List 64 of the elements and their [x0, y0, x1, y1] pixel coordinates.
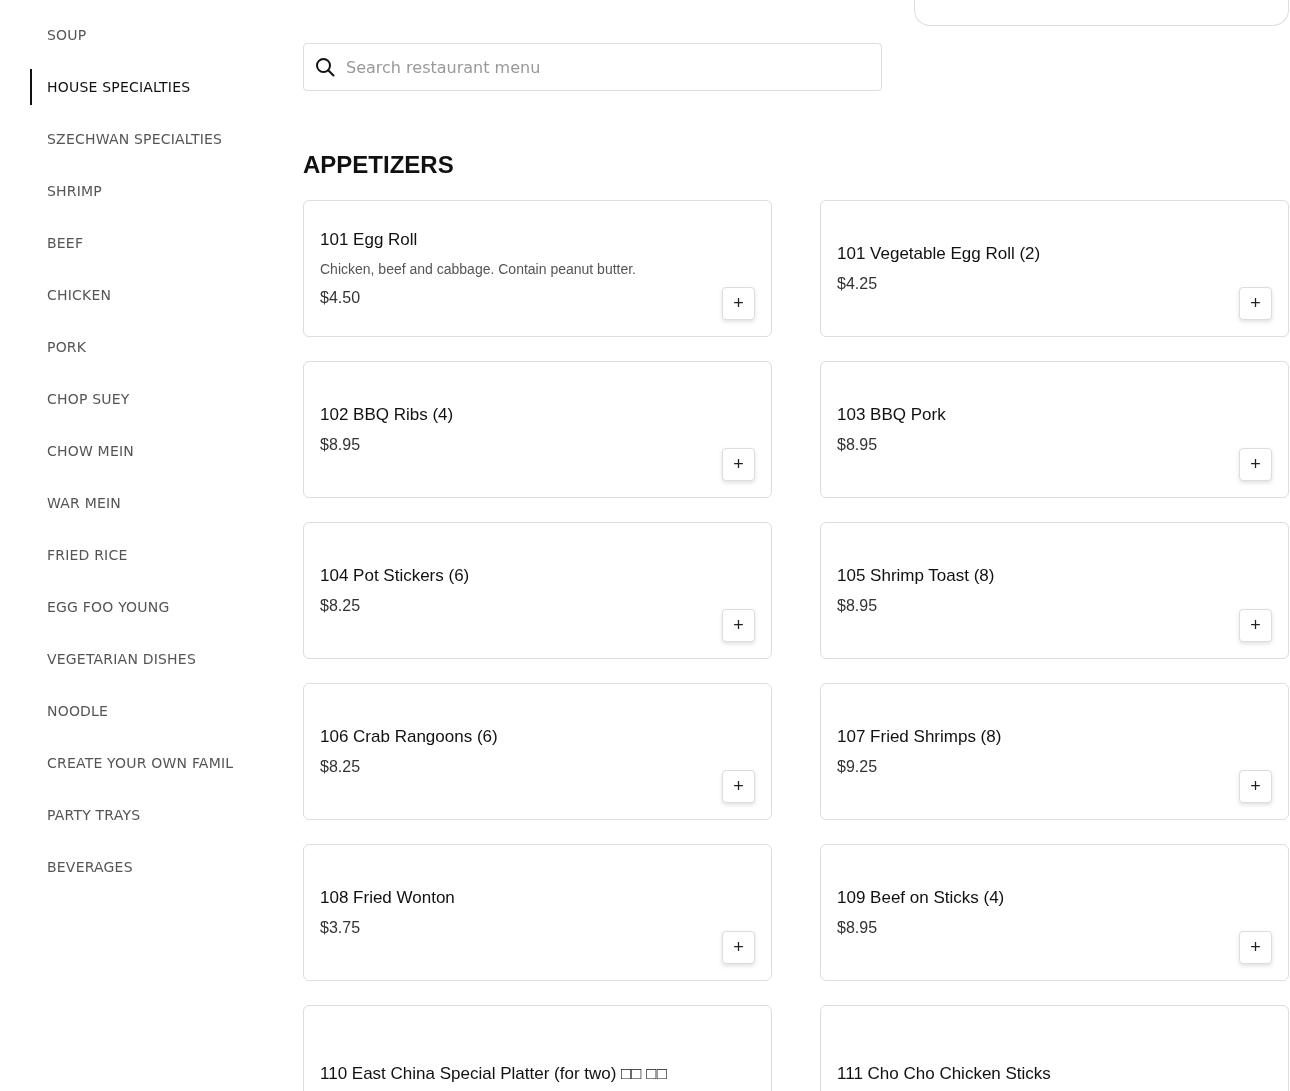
add-button[interactable]: +	[1239, 608, 1272, 642]
category-link[interactable]: WAR MEIN	[30, 485, 258, 521]
category-link[interactable]: PORK	[30, 329, 258, 365]
menu-item-card[interactable]: 102 BBQ Ribs (4) $8.95 +	[303, 360, 772, 498]
item-price: $8.95	[320, 435, 362, 456]
add-button[interactable]: +	[722, 286, 755, 320]
menu-item-card[interactable]: 105 Shrimp Toast (8) $8.95 +	[820, 521, 1289, 659]
menu-item-card[interactable]: 110 East China Special Platter (for two) □□ □□	[303, 1004, 772, 1091]
item-name: 106 Crab Rangoons (6)	[320, 725, 499, 748]
menu-item-card[interactable]: 109 Beef on Sticks (4) $8.95 +	[820, 843, 1289, 981]
category-link[interactable]: PARTY TRAYS	[30, 797, 258, 833]
item-price: $8.25	[320, 757, 362, 778]
item-name: 103 BBQ Pork	[837, 403, 947, 426]
category-link[interactable]: BEEF	[30, 225, 258, 261]
category-link[interactable]: CREATE YOUR OWN FAMIL	[30, 745, 258, 781]
item-price: $3.75	[320, 918, 362, 939]
category-link[interactable]: EGG FOO YOUNG	[30, 589, 258, 625]
menu-item-card[interactable]: 108 Fried Wonton $3.75 +	[303, 843, 772, 981]
item-name: 108 Fried Wonton	[320, 886, 456, 909]
category-link[interactable]: CHOP SUEY	[30, 381, 258, 417]
add-button[interactable]: +	[722, 608, 755, 642]
menu-item-card[interactable]: 104 Pot Stickers (6) $8.25 +	[303, 521, 772, 659]
category-link[interactable]: BEVERAGES	[30, 849, 258, 885]
category-link[interactable]: SOUP	[30, 17, 258, 53]
item-name: 101 Egg Roll	[320, 229, 419, 252]
add-button[interactable]: +	[1239, 286, 1272, 320]
item-name: 105 Shrimp Toast (8)	[837, 564, 996, 587]
section-heading: APPETIZERS	[303, 151, 455, 180]
item-price: $4.25	[837, 274, 879, 295]
search-field[interactable]: Search restaurant menu	[303, 43, 882, 91]
item-price: $8.95	[837, 918, 879, 939]
category-link[interactable]: CHOW MEIN	[30, 433, 258, 469]
item-name: 109 Beef on Sticks (4)	[837, 886, 1006, 909]
item-price: $8.25	[320, 596, 362, 617]
item-name: 104 Pot Stickers (6)	[320, 564, 471, 587]
item-name: 107 Fried Shrimps (8)	[837, 725, 1003, 748]
menu-item-card[interactable]: 106 Crab Rangoons (6) $8.25 +	[303, 682, 772, 820]
item-price: $8.95	[837, 435, 879, 456]
item-name: 101 Vegetable Egg Roll (2)	[837, 242, 1042, 265]
add-button[interactable]: +	[1239, 769, 1272, 803]
menu-item-card[interactable]: 101 Vegetable Egg Roll (2) $4.25 +	[820, 199, 1289, 337]
add-button[interactable]: +	[1239, 930, 1272, 964]
add-button[interactable]: +	[722, 769, 755, 803]
category-link[interactable]: SZECHWAN SPECIALTIES	[30, 121, 258, 157]
category-link[interactable]: HOUSE SPECIALTIES	[30, 69, 258, 105]
category-link[interactable]: VEGETARIAN DISHES	[30, 641, 258, 677]
item-price: $4.50	[320, 287, 362, 308]
menu-item-card[interactable]: 103 BBQ Pork $8.95 +	[820, 360, 1289, 498]
category-link[interactable]: SHRIMP	[30, 173, 258, 209]
menu-item-card[interactable]: 111 Cho Cho Chicken Sticks	[820, 1004, 1289, 1091]
category-link[interactable]: CHICKEN	[30, 277, 258, 313]
item-description: Chicken, beef and cabbage. Contain peanut butter.	[320, 259, 637, 279]
item-name: 110 East China Special Platter (for two) □□ □□	[320, 1062, 668, 1085]
category-link[interactable]: FRIED RICE	[30, 537, 258, 573]
category-link[interactable]: NOODLE	[30, 693, 258, 729]
item-price: $9.25	[837, 757, 879, 778]
add-button[interactable]: +	[1239, 447, 1272, 481]
add-button[interactable]: +	[722, 930, 755, 964]
item-price: $8.95	[837, 596, 879, 617]
add-button[interactable]: +	[722, 447, 755, 481]
item-name: 111 Cho Cho Chicken Sticks	[837, 1062, 1052, 1085]
item-name: 102 BBQ Ribs (4)	[320, 403, 455, 426]
menu-item-card[interactable]: 107 Fried Shrimps (8) $9.25 +	[820, 682, 1289, 820]
menu-item-card[interactable]: 101 Egg Roll Chicken, beef and cabbage. Contain peanut butter. $4.50 +	[303, 199, 772, 337]
